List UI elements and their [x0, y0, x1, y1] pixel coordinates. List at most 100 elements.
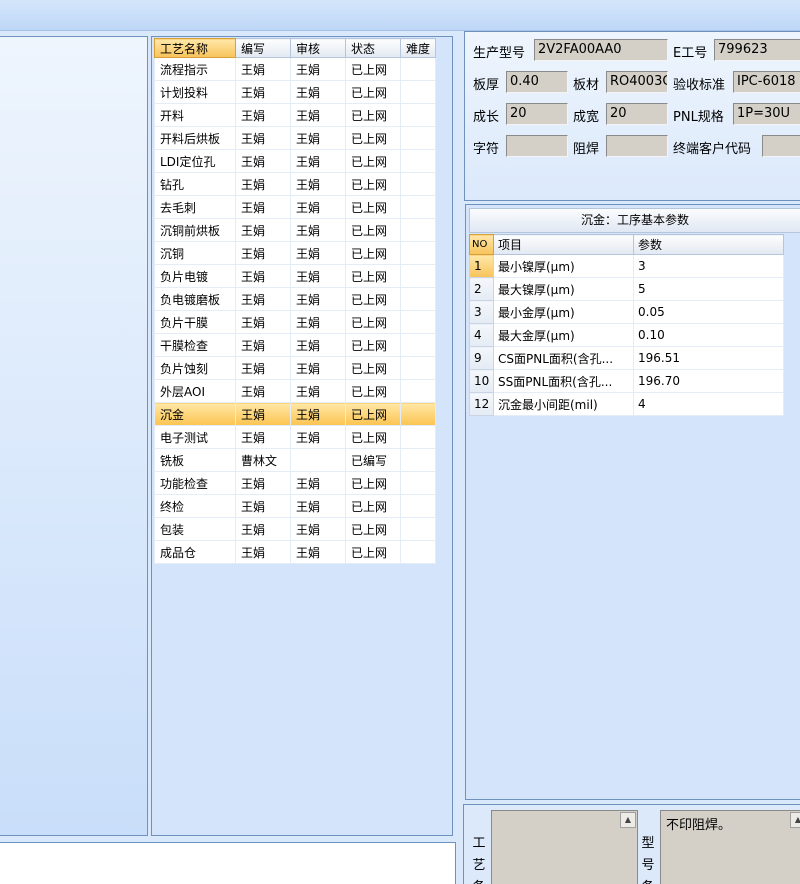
cell-reviewer: 王娟 — [290, 402, 346, 426]
character-field[interactable] — [506, 135, 568, 157]
table-row[interactable]: 去毛刺 王娟 王娟 已上网 — [154, 195, 436, 219]
product-info-panel: 生产型号 2V2FA00AA0 E工号 799623 板厚 0.40 板材 RO… — [464, 31, 800, 201]
table-row[interactable]: 负片干膜 王娟 王娟 已上网 — [154, 310, 436, 334]
table-row[interactable]: 开料后烘板 王娟 王娟 已上网 — [154, 126, 436, 150]
col-header-reviewer[interactable]: 审核 — [290, 38, 346, 58]
table-row[interactable]: 负电镀磨板 王娟 王娟 已上网 — [154, 287, 436, 311]
length-field[interactable]: 20 — [506, 103, 568, 125]
table-row[interactable]: 成品仓 王娟 王娟 已上网 — [154, 540, 436, 564]
process-note-label: 工艺备 — [472, 836, 486, 884]
col-header-item[interactable]: 项目 — [493, 234, 634, 255]
table-row[interactable]: 流程指示 王娟 王娟 已上网 — [154, 57, 436, 81]
cell-reviewer: 王娟 — [290, 310, 346, 334]
col-header-no[interactable]: NO — [469, 234, 494, 255]
table-row[interactable]: 10 SS面PNL面积(含孔... 196.70 — [469, 369, 784, 393]
table-row[interactable]: 沉金 王娟 王娟 已上网 — [154, 402, 436, 426]
cell-difficulty — [400, 149, 436, 173]
standard-field[interactable]: IPC-6018 — [733, 71, 800, 93]
table-row[interactable]: 1 最小镍厚(μm) 3 — [469, 254, 784, 278]
table-row[interactable]: 3 最小金厚(μm) 0.05 — [469, 300, 784, 324]
table-row[interactable]: 计划投料 王娟 王娟 已上网 — [154, 80, 436, 104]
cell-reviewer: 王娟 — [290, 218, 346, 242]
cell-reviewer — [290, 448, 346, 472]
cell-param: 196.51 — [633, 346, 784, 370]
cell-param: 3 — [633, 254, 784, 278]
cell-status: 已上网 — [345, 80, 401, 104]
solder-mask-field[interactable] — [606, 135, 668, 157]
table-row[interactable]: 包装 王娟 王娟 已上网 — [154, 517, 436, 541]
cell-difficulty — [400, 126, 436, 150]
cell-difficulty — [400, 80, 436, 104]
cell-status: 已上网 — [345, 356, 401, 380]
process-note-scroll-up-icon[interactable]: ▲ — [620, 812, 636, 828]
table-row[interactable]: 沉铜前烘板 王娟 王娟 已上网 — [154, 218, 436, 242]
cell-status: 已上网 — [345, 264, 401, 288]
table-row[interactable]: 功能检查 王娟 王娟 已上网 — [154, 471, 436, 495]
cell-no: 1 — [469, 254, 494, 278]
e-number-label: E工号 — [673, 46, 708, 61]
model-note-scroll-up-icon[interactable]: ▲ — [790, 812, 800, 828]
cell-author: 王娟 — [235, 195, 291, 219]
table-row[interactable]: 外层AOI 王娟 王娟 已上网 — [154, 379, 436, 403]
table-row[interactable]: 9 CS面PNL面积(含孔... 196.51 — [469, 346, 784, 370]
cell-difficulty — [400, 172, 436, 196]
material-field[interactable]: RO4003C — [606, 71, 668, 93]
table-row[interactable]: 负片电镀 王娟 王娟 已上网 — [154, 264, 436, 288]
cell-author: 王娟 — [235, 494, 291, 518]
table-row[interactable]: 干膜检查 王娟 王娟 已上网 — [154, 333, 436, 357]
cell-process-name: 沉铜 — [154, 241, 236, 265]
cell-reviewer: 王娟 — [290, 287, 346, 311]
cell-author: 王娟 — [235, 310, 291, 334]
model-field[interactable]: 2V2FA00AA0 — [534, 39, 668, 61]
table-row[interactable]: 电子测试 王娟 王娟 已上网 — [154, 425, 436, 449]
cell-item: 最大金厚(μm) — [493, 323, 634, 347]
cell-difficulty — [400, 287, 436, 311]
cell-author: 王娟 — [235, 356, 291, 380]
standard-label: 验收标准 — [673, 78, 726, 93]
cell-reviewer: 王娟 — [290, 80, 346, 104]
cell-process-name: 外层AOI — [154, 379, 236, 403]
cell-process-name: 开料 — [154, 103, 236, 127]
table-row[interactable]: 4 最大金厚(μm) 0.10 — [469, 323, 784, 347]
cell-reviewer: 王娟 — [290, 471, 346, 495]
cell-process-name: 成品仓 — [154, 540, 236, 564]
col-header-process-name[interactable]: 工艺名称 — [154, 38, 236, 58]
cell-reviewer: 王娟 — [290, 57, 346, 81]
table-row[interactable]: LDI定位孔 王娟 王娟 已上网 — [154, 149, 436, 173]
table-row[interactable]: 钻孔 王娟 王娟 已上网 — [154, 172, 436, 196]
col-header-difficulty[interactable]: 难度 — [400, 38, 436, 58]
left-tree-panel[interactable] — [0, 36, 148, 836]
table-row[interactable]: 负片蚀刻 王娟 王娟 已上网 — [154, 356, 436, 380]
col-header-status[interactable]: 状态 — [345, 38, 401, 58]
table-row[interactable]: 终检 王娟 王娟 已上网 — [154, 494, 436, 518]
e-number-field[interactable]: 799623 — [714, 39, 800, 61]
cell-process-name: 负片蚀刻 — [154, 356, 236, 380]
cell-process-name: 电子测试 — [154, 425, 236, 449]
table-row[interactable]: 铣板 曹林文 已编写 — [154, 448, 436, 472]
cell-author: 王娟 — [235, 471, 291, 495]
col-header-param[interactable]: 参数 — [633, 234, 784, 255]
pnl-field[interactable]: 1P=30U — [733, 103, 800, 125]
table-row[interactable]: 12 沉金最小间距(mil) 4 — [469, 392, 784, 416]
col-header-author[interactable]: 编写 — [235, 38, 291, 58]
customer-code-field[interactable] — [762, 135, 800, 157]
table-row[interactable]: 2 最大镍厚(μm) 5 — [469, 277, 784, 301]
process-note-box[interactable] — [491, 810, 638, 884]
cell-difficulty — [400, 425, 436, 449]
cell-process-name: 沉铜前烘板 — [154, 218, 236, 242]
cell-difficulty — [400, 379, 436, 403]
cell-process-name: 负片干膜 — [154, 310, 236, 334]
cell-reviewer: 王娟 — [290, 264, 346, 288]
cell-item: 最小金厚(μm) — [493, 300, 634, 324]
thickness-field[interactable]: 0.40 — [506, 71, 568, 93]
cell-process-name: 计划投料 — [154, 80, 236, 104]
cell-process-name: 流程指示 — [154, 57, 236, 81]
table-row[interactable]: 沉铜 王娟 王娟 已上网 — [154, 241, 436, 265]
model-note-box[interactable]: 不印阻焊。 — [660, 810, 800, 884]
table-row[interactable]: 开料 王娟 王娟 已上网 — [154, 103, 436, 127]
cell-status: 已上网 — [345, 218, 401, 242]
cell-difficulty — [400, 241, 436, 265]
width-field[interactable]: 20 — [606, 103, 668, 125]
cell-author: 王娟 — [235, 126, 291, 150]
cell-no: 9 — [469, 346, 494, 370]
